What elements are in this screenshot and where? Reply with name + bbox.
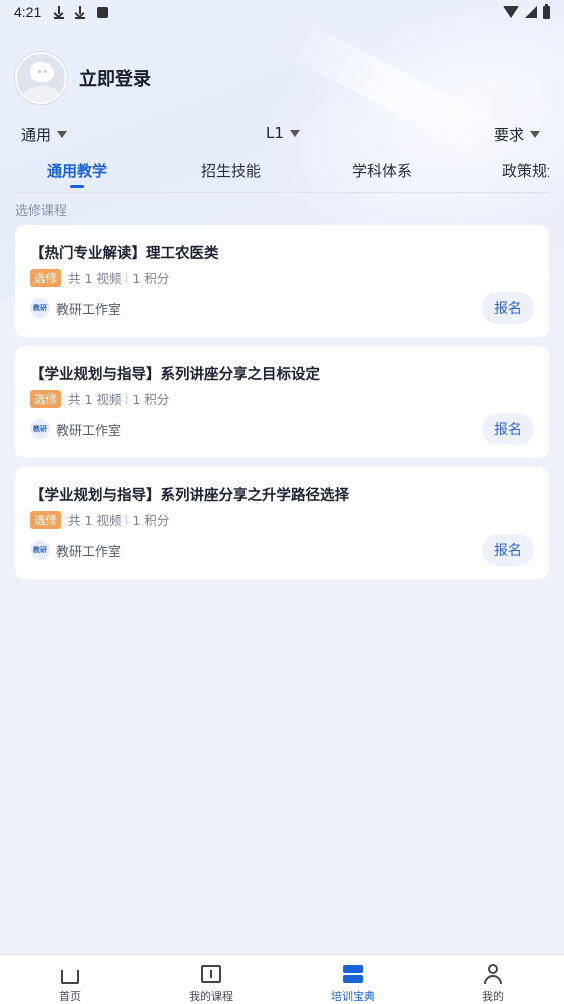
meta-divider	[126, 272, 128, 283]
course-meta: 选修 共 1 视频 1 积分	[30, 510, 169, 529]
nav-label: 我的	[482, 990, 504, 1003]
org-logo-icon: 教研	[30, 540, 50, 560]
org-name: 教研工作室	[56, 302, 122, 318]
login-area[interactable]: 立即登录	[15, 52, 151, 104]
tab-policy-planning[interactable]: 政策规划	[502, 160, 549, 181]
course-tag: 选修	[30, 510, 61, 529]
course-points: 1 积分	[132, 392, 170, 407]
training-icon	[342, 963, 364, 985]
caret-down-icon	[57, 131, 68, 138]
course-title: 【学业规划与指导】系列讲座分享之升学路径选择	[30, 488, 349, 504]
caret-down-icon	[289, 129, 300, 137]
nav-label: 首页	[59, 990, 81, 1003]
login-link[interactable]: 立即登录	[79, 65, 151, 91]
course-meta: 选修 共 1 视频 1 积分	[30, 268, 169, 287]
filter-general[interactable]: 通用	[21, 124, 68, 145]
nav-my-courses[interactable]: 我的课程	[171, 955, 251, 1004]
book-icon	[200, 963, 222, 985]
meta-divider	[126, 514, 128, 525]
course-tag: 选修	[30, 389, 61, 408]
course-title: 【热门专业解读】理工农医类	[30, 246, 219, 262]
course-card[interactable]: 【学业规划与指导】系列讲座分享之目标设定 选修 共 1 视频 1 积分 教研 教…	[15, 346, 549, 458]
filter-label: 要求	[494, 126, 525, 144]
enroll-button[interactable]: 报名	[482, 534, 534, 566]
nav-label: 我的课程	[189, 990, 233, 1003]
course-points: 1 积分	[132, 271, 170, 286]
avatar-head-icon	[30, 62, 54, 82]
download-icon	[53, 5, 65, 19]
section-title: 选修课程	[15, 204, 68, 219]
org-name: 教研工作室	[56, 423, 122, 439]
filter-requirement[interactable]: 要求	[494, 124, 541, 145]
profile-icon	[482, 963, 504, 985]
course-card[interactable]: 【学业规划与指导】系列讲座分享之升学路径选择 选修 共 1 视频 1 积分 教研…	[15, 467, 549, 579]
tab-enrollment-skills[interactable]: 招生技能	[201, 160, 261, 181]
battery-icon	[543, 3, 550, 19]
course-title: 【学业规划与指导】系列讲座分享之目标设定	[30, 367, 320, 383]
tab-general-teaching[interactable]: 通用教学	[47, 160, 107, 181]
wifi-icon	[503, 6, 519, 18]
nav-training[interactable]: 培训宝典	[313, 955, 393, 1004]
category-tabs: 通用教学 招生技能 学科体系 政策规划	[15, 158, 549, 193]
course-video-count: 共 1 视频	[68, 271, 122, 286]
avatar[interactable]	[15, 52, 67, 104]
active-tab-indicator	[70, 185, 84, 188]
course-card[interactable]: 【热门专业解读】理工农医类 选修 共 1 视频 1 积分 教研 教研工作室 报名	[15, 225, 549, 337]
app-notification-icon	[97, 6, 109, 18]
filter-bar: 通用 L1 要求	[21, 124, 541, 146]
course-tag: 选修	[30, 268, 61, 287]
org-logo-icon: 教研	[30, 298, 50, 318]
enroll-button[interactable]: 报名	[482, 292, 534, 324]
course-org: 教研 教研工作室	[30, 298, 121, 318]
signal-icon	[525, 6, 537, 18]
course-video-count: 共 1 视频	[68, 513, 122, 528]
tab-subject-system[interactable]: 学科体系	[352, 160, 412, 181]
course-org: 教研 教研工作室	[30, 419, 121, 439]
avatar-body-icon	[22, 86, 62, 102]
course-video-count: 共 1 视频	[68, 392, 122, 407]
org-logo-icon: 教研	[30, 419, 50, 439]
meta-divider	[126, 393, 128, 404]
course-org: 教研 教研工作室	[30, 540, 121, 560]
course-meta: 选修 共 1 视频 1 积分	[30, 389, 169, 408]
course-points: 1 积分	[132, 513, 170, 528]
enroll-button[interactable]: 报名	[482, 413, 534, 445]
status-time: 4:21	[14, 4, 42, 20]
bottom-navigation: 首页 我的课程 培训宝典 我的	[0, 954, 564, 1004]
download-icon	[74, 5, 86, 19]
status-bar: 4:21	[0, 0, 564, 24]
nav-label: 培训宝典	[331, 990, 375, 1003]
home-icon	[59, 963, 81, 985]
filter-label: 通用	[21, 126, 52, 144]
filter-label: L1	[266, 124, 284, 142]
nav-home[interactable]: 首页	[30, 955, 110, 1004]
filter-level[interactable]: L1	[266, 124, 300, 142]
nav-profile[interactable]: 我的	[453, 955, 533, 1004]
org-name: 教研工作室	[56, 544, 122, 560]
caret-down-icon	[530, 131, 541, 138]
